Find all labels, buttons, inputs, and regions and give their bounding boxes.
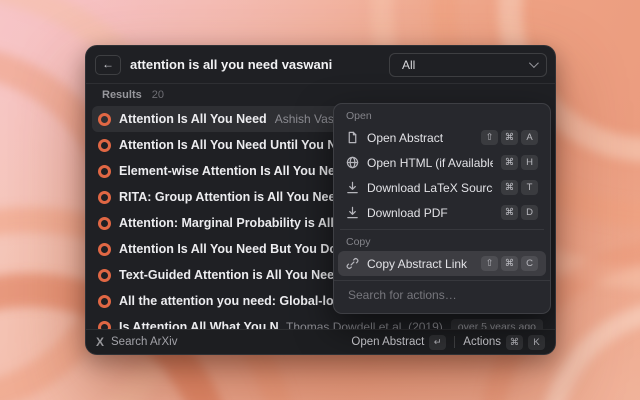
arxiv-result-icon — [98, 295, 111, 308]
footer-separator — [454, 336, 455, 348]
launcher-window: ← All Results 20 Attention Is All You Ne… — [85, 45, 556, 355]
action-item-copy-abstract-link[interactable]: Copy Abstract Link ⇧ ⌘ C — [338, 251, 546, 276]
keycap: ⌘ — [501, 256, 518, 271]
category-dropdown-value: All — [402, 58, 415, 72]
globe-icon — [346, 156, 359, 169]
results-count: 20 — [152, 89, 164, 101]
search-input[interactable] — [128, 56, 382, 73]
keycap: ⌘ — [501, 180, 518, 195]
action-item-download-pdf[interactable]: Download PDF ⌘ D — [338, 200, 546, 225]
footer-bar: X Search ArXiv Open Abstract ↵ Actions ⌘… — [86, 329, 555, 354]
shortcut-keys: ⌘ D — [501, 205, 538, 220]
arxiv-result-icon — [98, 165, 111, 178]
keycap: ⇧ — [481, 130, 498, 145]
search-header: ← All — [86, 46, 555, 84]
chevron-down-icon — [529, 58, 539, 68]
panel-divider — [340, 229, 544, 230]
action-item-open-html[interactable]: Open HTML (if Available) ⌘ H — [338, 150, 546, 175]
result-title: Element-wise Attention Is All You Need — [119, 164, 350, 178]
arxiv-result-icon — [98, 191, 111, 204]
results-label: Results — [102, 89, 142, 101]
shortcut-keys: ⌘ H — [501, 155, 538, 170]
category-dropdown[interactable]: All — [389, 53, 547, 77]
keycap: ⌘ — [501, 205, 518, 220]
action-item-download-latex[interactable]: Download LaTeX Source ⌘ T — [338, 175, 546, 200]
shortcut-keys: ⇧ ⌘ A — [481, 130, 538, 145]
keycap: H — [521, 155, 538, 170]
keycap: ⌘ — [501, 130, 518, 145]
k-keycap: K — [528, 335, 545, 350]
document-icon — [346, 131, 359, 144]
action-search-row — [334, 280, 550, 310]
keycap: ⇧ — [481, 256, 498, 271]
open-abstract-footer-button[interactable]: Open Abstract ↵ — [351, 335, 446, 350]
action-label: Open Abstract — [367, 131, 443, 145]
action-label: Download PDF — [367, 206, 448, 220]
download-icon — [346, 206, 359, 219]
arxiv-result-icon — [98, 269, 111, 282]
panel-section-header-copy: Copy — [338, 234, 546, 251]
footer-primary-label: Open Abstract — [351, 336, 424, 348]
action-label: Copy Abstract Link — [367, 257, 467, 271]
result-title: Attention Is All You Need — [119, 112, 267, 126]
action-item-open-abstract[interactable]: Open Abstract ⇧ ⌘ A — [338, 125, 546, 150]
back-button[interactable]: ← — [95, 55, 121, 75]
action-label: Download LaTeX Source — [367, 181, 493, 195]
action-label: Open HTML (if Available) — [367, 156, 493, 170]
footer-actions-group: Open Abstract ↵ Actions ⌘ K — [351, 335, 545, 350]
keycap: D — [521, 205, 538, 220]
footer-app-label: Search ArXiv — [111, 336, 177, 348]
shortcut-keys: ⌘ T — [501, 180, 538, 195]
keycap: T — [521, 180, 538, 195]
cmd-keycap: ⌘ — [506, 335, 523, 350]
action-panel: Open Open Abstract ⇧ ⌘ A Open HTML (if A… — [333, 103, 551, 314]
arxiv-result-icon — [98, 139, 111, 152]
arxiv-result-icon — [98, 113, 111, 126]
enter-keycap: ↵ — [429, 335, 446, 350]
shortcut-keys: ⇧ ⌘ C — [481, 256, 538, 271]
link-icon — [346, 257, 359, 270]
keycap: A — [521, 130, 538, 145]
keycap: C — [521, 256, 538, 271]
actions-label: Actions — [463, 336, 501, 348]
arxiv-logo-icon: X — [96, 335, 104, 349]
panel-section-header-open: Open — [338, 108, 546, 125]
action-search-input[interactable] — [346, 287, 542, 303]
keycap: ⌘ — [501, 155, 518, 170]
actions-footer-button[interactable]: Actions ⌘ K — [463, 335, 545, 350]
arxiv-result-icon — [98, 217, 111, 230]
download-icon — [346, 181, 359, 194]
arxiv-result-icon — [98, 243, 111, 256]
